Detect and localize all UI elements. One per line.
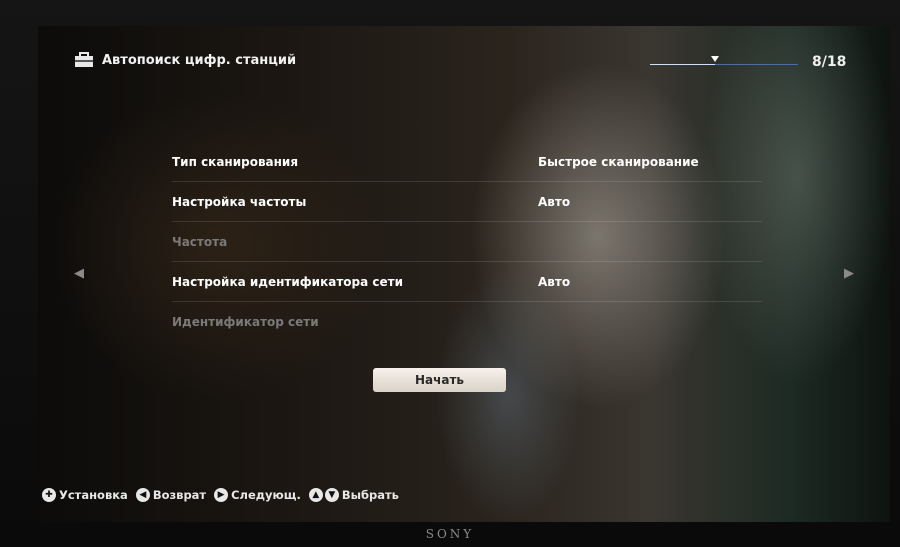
page-title: Автопоиск цифр. станций [102,52,297,68]
hint-select: ▲ ▼ Выбрать [308,488,399,502]
down-arrow-icon: ▼ [324,488,339,502]
tv-screen: Автопоиск цифр. станций 8/18 ◀ ▶ Тип ска… [38,26,890,522]
setting-row-network-id: Идентификатор сети [172,302,762,341]
dpad-icon: ✚ [42,488,56,502]
left-nav-arrow-icon[interactable]: ◀ [74,266,84,281]
setting-label: Настройка идентификатора сети [172,274,403,289]
setting-label: Тип сканирования [172,154,299,169]
menu-header: Автопоиск цифр. станций [74,52,296,68]
page-counter: 8/18 [812,54,847,70]
hint-label: Следующ. [231,488,301,502]
page-progress-fill [650,64,716,65]
toolbox-icon [75,52,93,67]
hint-return: ◀ Возврат [135,488,207,502]
setting-row-scan-type[interactable]: Тип сканирования Быстрое сканирование [172,142,762,182]
setting-label: Настройка частоты [172,194,307,209]
setting-row-frequency: Частота [172,222,762,262]
up-arrow-icon: ▲ [308,488,323,502]
right-nav-arrow-icon[interactable]: ▶ [844,266,854,281]
setting-value: Авто [538,194,571,209]
progress-marker-icon [711,56,720,62]
hint-setup: ✚ Установка [42,488,128,502]
right-arrow-icon: ▶ [214,488,229,502]
settings-list: Тип сканирования Быстрое сканирование На… [172,142,762,341]
footer-hints: ✚ Установка ◀ Возврат ▶ Следующ. ▲ ▼ Выб… [42,488,407,502]
hint-label: Установка [59,488,128,502]
setting-label: Частота [172,234,228,249]
start-button[interactable]: Начать [373,368,506,392]
setting-row-frequency-setup[interactable]: Настройка частоты Авто [172,182,762,222]
setting-row-network-id-setup[interactable]: Настройка идентификатора сети Авто [172,262,762,302]
hint-label: Выбрать [341,488,399,502]
setting-value: Авто [538,274,571,289]
hint-next: ▶ Следующ. [214,488,301,502]
setting-label: Идентификатор сети [172,314,319,329]
hint-label: Возврат [152,488,207,502]
setting-value: Быстрое сканирование [538,154,699,169]
page-progress-bar [650,56,798,65]
left-arrow-icon: ◀ [135,488,150,502]
brand-logo: SONY [425,527,475,541]
